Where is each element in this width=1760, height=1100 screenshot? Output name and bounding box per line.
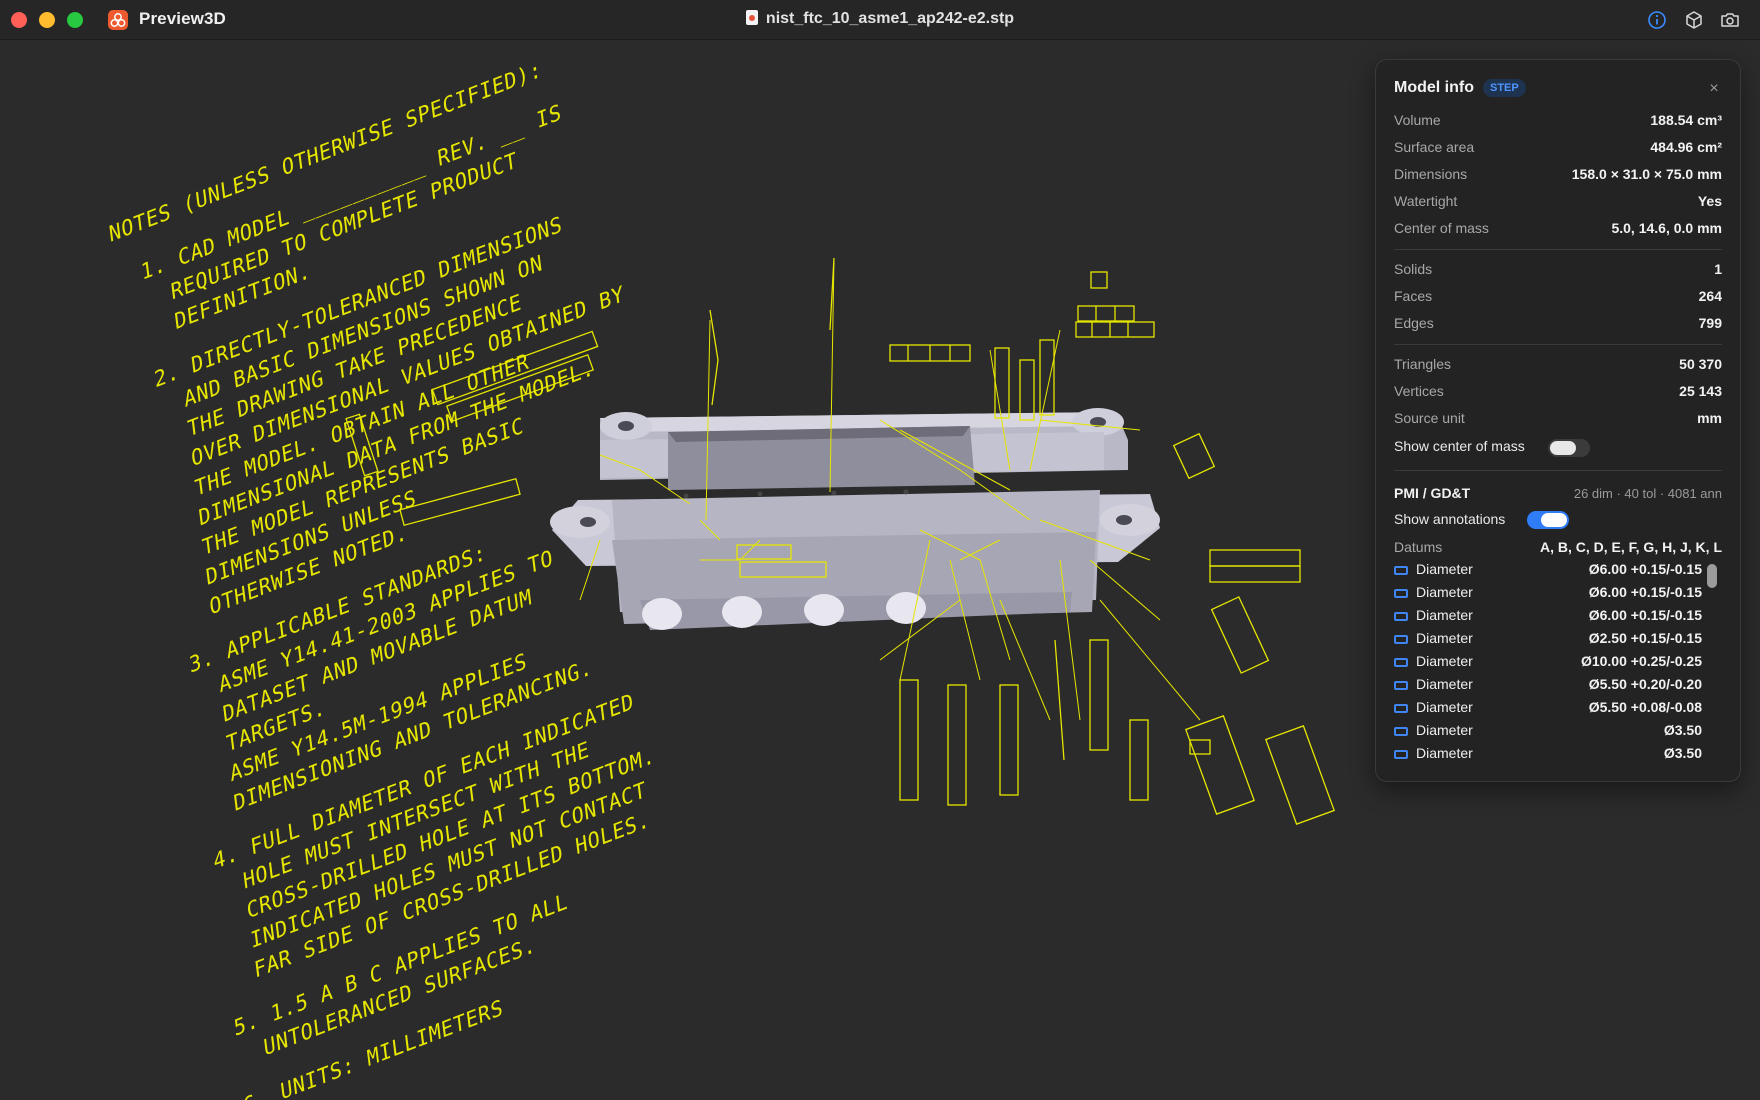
list-item[interactable]: Diameter Ø5.50 +0.08/-0.08 — [1394, 698, 1702, 721]
list-item[interactable]: Diameter Ø6.00 +0.15/-0.15 — [1394, 606, 1702, 629]
info-row-source-unit: Source unit mm — [1394, 410, 1722, 426]
model-info-button[interactable] — [1646, 9, 1668, 31]
pmi-notes: NOTES (UNLESS OTHERWISE SPECIFIED):1. CA… — [108, 57, 657, 1100]
info-row-center-of-mass: Center of mass 5.0, 14.6, 0.0 mm — [1394, 220, 1722, 236]
list-scrollbar[interactable] — [1706, 560, 1718, 760]
cube-icon — [1686, 11, 1702, 29]
dimension-icon — [1394, 704, 1408, 713]
part-body — [550, 408, 1160, 630]
toggle-knob — [1550, 441, 1576, 455]
datums-row: Datums A, B, C, D, E, F, G, H, J, K, L — [1394, 539, 1722, 555]
list-item[interactable]: Diameter Ø3.50 — [1394, 744, 1702, 767]
divider — [1394, 470, 1722, 471]
list-item[interactable]: Diameter Ø6.00 +0.15/-0.15 — [1394, 560, 1702, 583]
info-row-dimensions: Dimensions 158.0 × 31.0 × 75.0 mm — [1394, 166, 1722, 182]
list-item[interactable]: Diameter Ø10.00 +0.25/-0.25 — [1394, 652, 1702, 675]
list-item[interactable]: Diameter Ø3.50 — [1394, 721, 1702, 744]
info-row-surface-area: Surface area 484.96 cm² — [1394, 139, 1722, 155]
document-icon — [745, 10, 758, 25]
info-row-vertices: Vertices 25 143 — [1394, 383, 1722, 399]
info-row-watertight: Watertight Yes — [1394, 193, 1722, 209]
dimension-icon — [1394, 589, 1408, 598]
center-of-mass-toggle-label: Show center of mass — [1394, 438, 1525, 454]
dimension-icon — [1394, 681, 1408, 690]
pmi-section-title: PMI / GD&T — [1394, 485, 1471, 501]
dimension-icon — [1394, 566, 1408, 575]
info-row-edges: Edges 799 — [1394, 315, 1722, 331]
info-row-triangles: Triangles 50 370 — [1394, 356, 1722, 372]
toggle-knob — [1541, 513, 1567, 527]
dimension-icon — [1394, 750, 1408, 759]
list-item[interactable]: Diameter Ø6.00 +0.15/-0.15 — [1394, 583, 1702, 606]
center-of-mass-toggle[interactable] — [1548, 439, 1590, 457]
pmi-stats: 26 dim · 40 tol · 4081 ann — [1573, 486, 1722, 501]
document-title-text: nist_ftc_10_asme1_ap242-e2.stp — [765, 10, 1015, 27]
snapshot-button[interactable] — [1719, 9, 1741, 31]
list-item[interactable]: Diameter Ø5.50 +0.20/-0.20 — [1394, 675, 1702, 698]
divider — [1394, 249, 1722, 250]
show-annotations-toggle[interactable] — [1527, 511, 1569, 529]
model-info-panel: Model info STEP × Volume 188.54 cm³ Surfac… — [1375, 59, 1741, 782]
title-bar: Preview3D nist_ftc_10_asme1_ap242-e2.stp — [0, 0, 1760, 40]
show-annotations-label: Show annotations — [1394, 511, 1506, 527]
dimension-icon — [1394, 635, 1408, 644]
camera-icon — [1721, 13, 1739, 27]
divider — [1394, 344, 1722, 345]
panel-header: Model info STEP × — [1394, 79, 1722, 101]
info-row-volume: Volume 188.54 cm³ — [1394, 112, 1722, 128]
list-item[interactable]: Diameter Ø2.50 +0.15/-0.15 — [1394, 629, 1702, 652]
format-badge: STEP — [1482, 79, 1526, 97]
info-icon — [1648, 11, 1666, 29]
info-row-solids: Solids 1 — [1394, 261, 1722, 277]
close-icon: × — [1709, 80, 1719, 97]
dimension-icon — [1394, 727, 1408, 736]
info-row-faces: Faces 264 — [1394, 288, 1722, 304]
dimension-icon — [1394, 658, 1408, 667]
document-title: nist_ftc_10_asme1_ap242-e2.stp — [0, 10, 1760, 28]
pmi-annotation-list[interactable]: Diameter Ø6.00 +0.15/-0.15 Diameter Ø6.00 … — [1394, 560, 1702, 780]
list-scrollbar-thumb[interactable] — [1707, 564, 1717, 588]
close-panel-button[interactable]: × — [1706, 81, 1722, 97]
view-cube-button[interactable] — [1683, 9, 1705, 31]
panel-title: Model info — [1394, 79, 1474, 96]
dimension-icon — [1394, 612, 1408, 621]
